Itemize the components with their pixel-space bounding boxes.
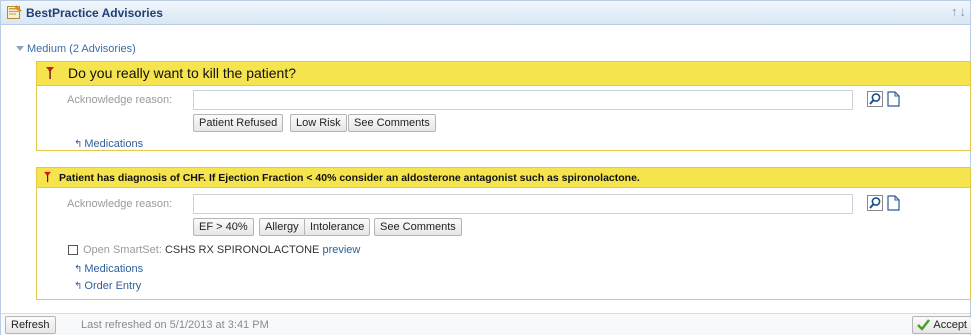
order-entry-link[interactable]: ↰ Order Entry bbox=[74, 280, 141, 292]
acknowledge-reason-input[interactable] bbox=[193, 194, 853, 214]
comment-document-icon[interactable] bbox=[887, 195, 900, 211]
advisory-header: Do you really want to kill the patient? bbox=[37, 62, 970, 86]
smartset-checkbox[interactable] bbox=[68, 245, 78, 255]
reason-see-comments-button[interactable]: See Comments bbox=[348, 114, 436, 132]
reason-see-comments-button[interactable]: See Comments bbox=[374, 218, 462, 236]
reason-intolerance-button[interactable]: Intolerance bbox=[304, 218, 371, 236]
medications-link[interactable]: ↰ Medications bbox=[74, 138, 143, 150]
checkmark-icon bbox=[917, 319, 931, 331]
collapse-triangle-icon[interactable] bbox=[16, 46, 24, 51]
move-arrows-icon[interactable]: ↑↓ bbox=[951, 4, 968, 19]
advisory-message: Patient has diagnosis of CHF. If Ejectio… bbox=[59, 172, 640, 184]
smartset-name: CSHS RX SPIRONOLACTONE bbox=[164, 244, 320, 256]
advisory-message: Do you really want to kill the patient? bbox=[68, 65, 297, 81]
medications-link-label: Medications bbox=[84, 263, 144, 275]
title-bar: BestPractice Advisories ↑↓ bbox=[1, 1, 970, 25]
reason-allergy-button[interactable]: Allergy bbox=[259, 218, 305, 236]
advisory-card-1: Do you really want to kill the patient? … bbox=[36, 61, 971, 151]
reason-ef-over-40-button[interactable]: EF > 40% bbox=[193, 218, 254, 236]
reason-patient-refused-button[interactable]: Patient Refused bbox=[193, 114, 284, 132]
search-icon[interactable] bbox=[867, 91, 883, 107]
search-icon[interactable] bbox=[867, 195, 883, 211]
accept-button-label: Accept bbox=[933, 319, 967, 331]
window-title: BestPractice Advisories bbox=[26, 6, 163, 20]
accept-button[interactable]: Accept bbox=[912, 316, 971, 334]
red-flag-icon bbox=[44, 171, 51, 183]
advisory-card-2: Patient has diagnosis of CHF. If Ejectio… bbox=[36, 167, 971, 300]
link-arrow-icon: ↰ bbox=[74, 264, 83, 275]
refresh-button[interactable]: Refresh bbox=[5, 316, 56, 334]
smartset-row: Open SmartSet: CSHS RX SPIRONOLACTONE pr… bbox=[83, 244, 360, 256]
reason-low-risk-button[interactable]: Low Risk bbox=[290, 114, 347, 132]
smartset-preview-link[interactable]: preview bbox=[322, 244, 360, 256]
red-flag-icon bbox=[46, 67, 54, 79]
priority-group-header[interactable]: Medium (2 Advisories) bbox=[16, 43, 136, 55]
order-entry-link-label: Order Entry bbox=[84, 280, 142, 292]
footer-bar: Refresh Last refreshed on 5/1/2013 at 3:… bbox=[1, 313, 971, 335]
medications-link-label: Medications bbox=[84, 138, 144, 150]
comment-document-icon[interactable] bbox=[887, 91, 900, 107]
advisory-app-icon bbox=[7, 5, 22, 19]
acknowledge-reason-input[interactable] bbox=[193, 90, 853, 110]
advisory-header: Patient has diagnosis of CHF. If Ejectio… bbox=[37, 168, 970, 188]
link-arrow-icon: ↰ bbox=[74, 281, 83, 292]
acknowledge-label: Acknowledge reason: bbox=[67, 198, 173, 210]
smartset-prefix: Open SmartSet: bbox=[83, 244, 162, 256]
priority-group-label: Medium (2 Advisories) bbox=[27, 43, 136, 55]
last-refreshed-text: Last refreshed on 5/1/2013 at 3:41 PM bbox=[81, 319, 269, 331]
medications-link[interactable]: ↰ Medications bbox=[74, 263, 143, 275]
link-arrow-icon: ↰ bbox=[74, 139, 83, 150]
advisories-window: BestPractice Advisories ↑↓ Medium (2 Adv… bbox=[0, 0, 971, 335]
acknowledge-label: Acknowledge reason: bbox=[67, 94, 173, 106]
